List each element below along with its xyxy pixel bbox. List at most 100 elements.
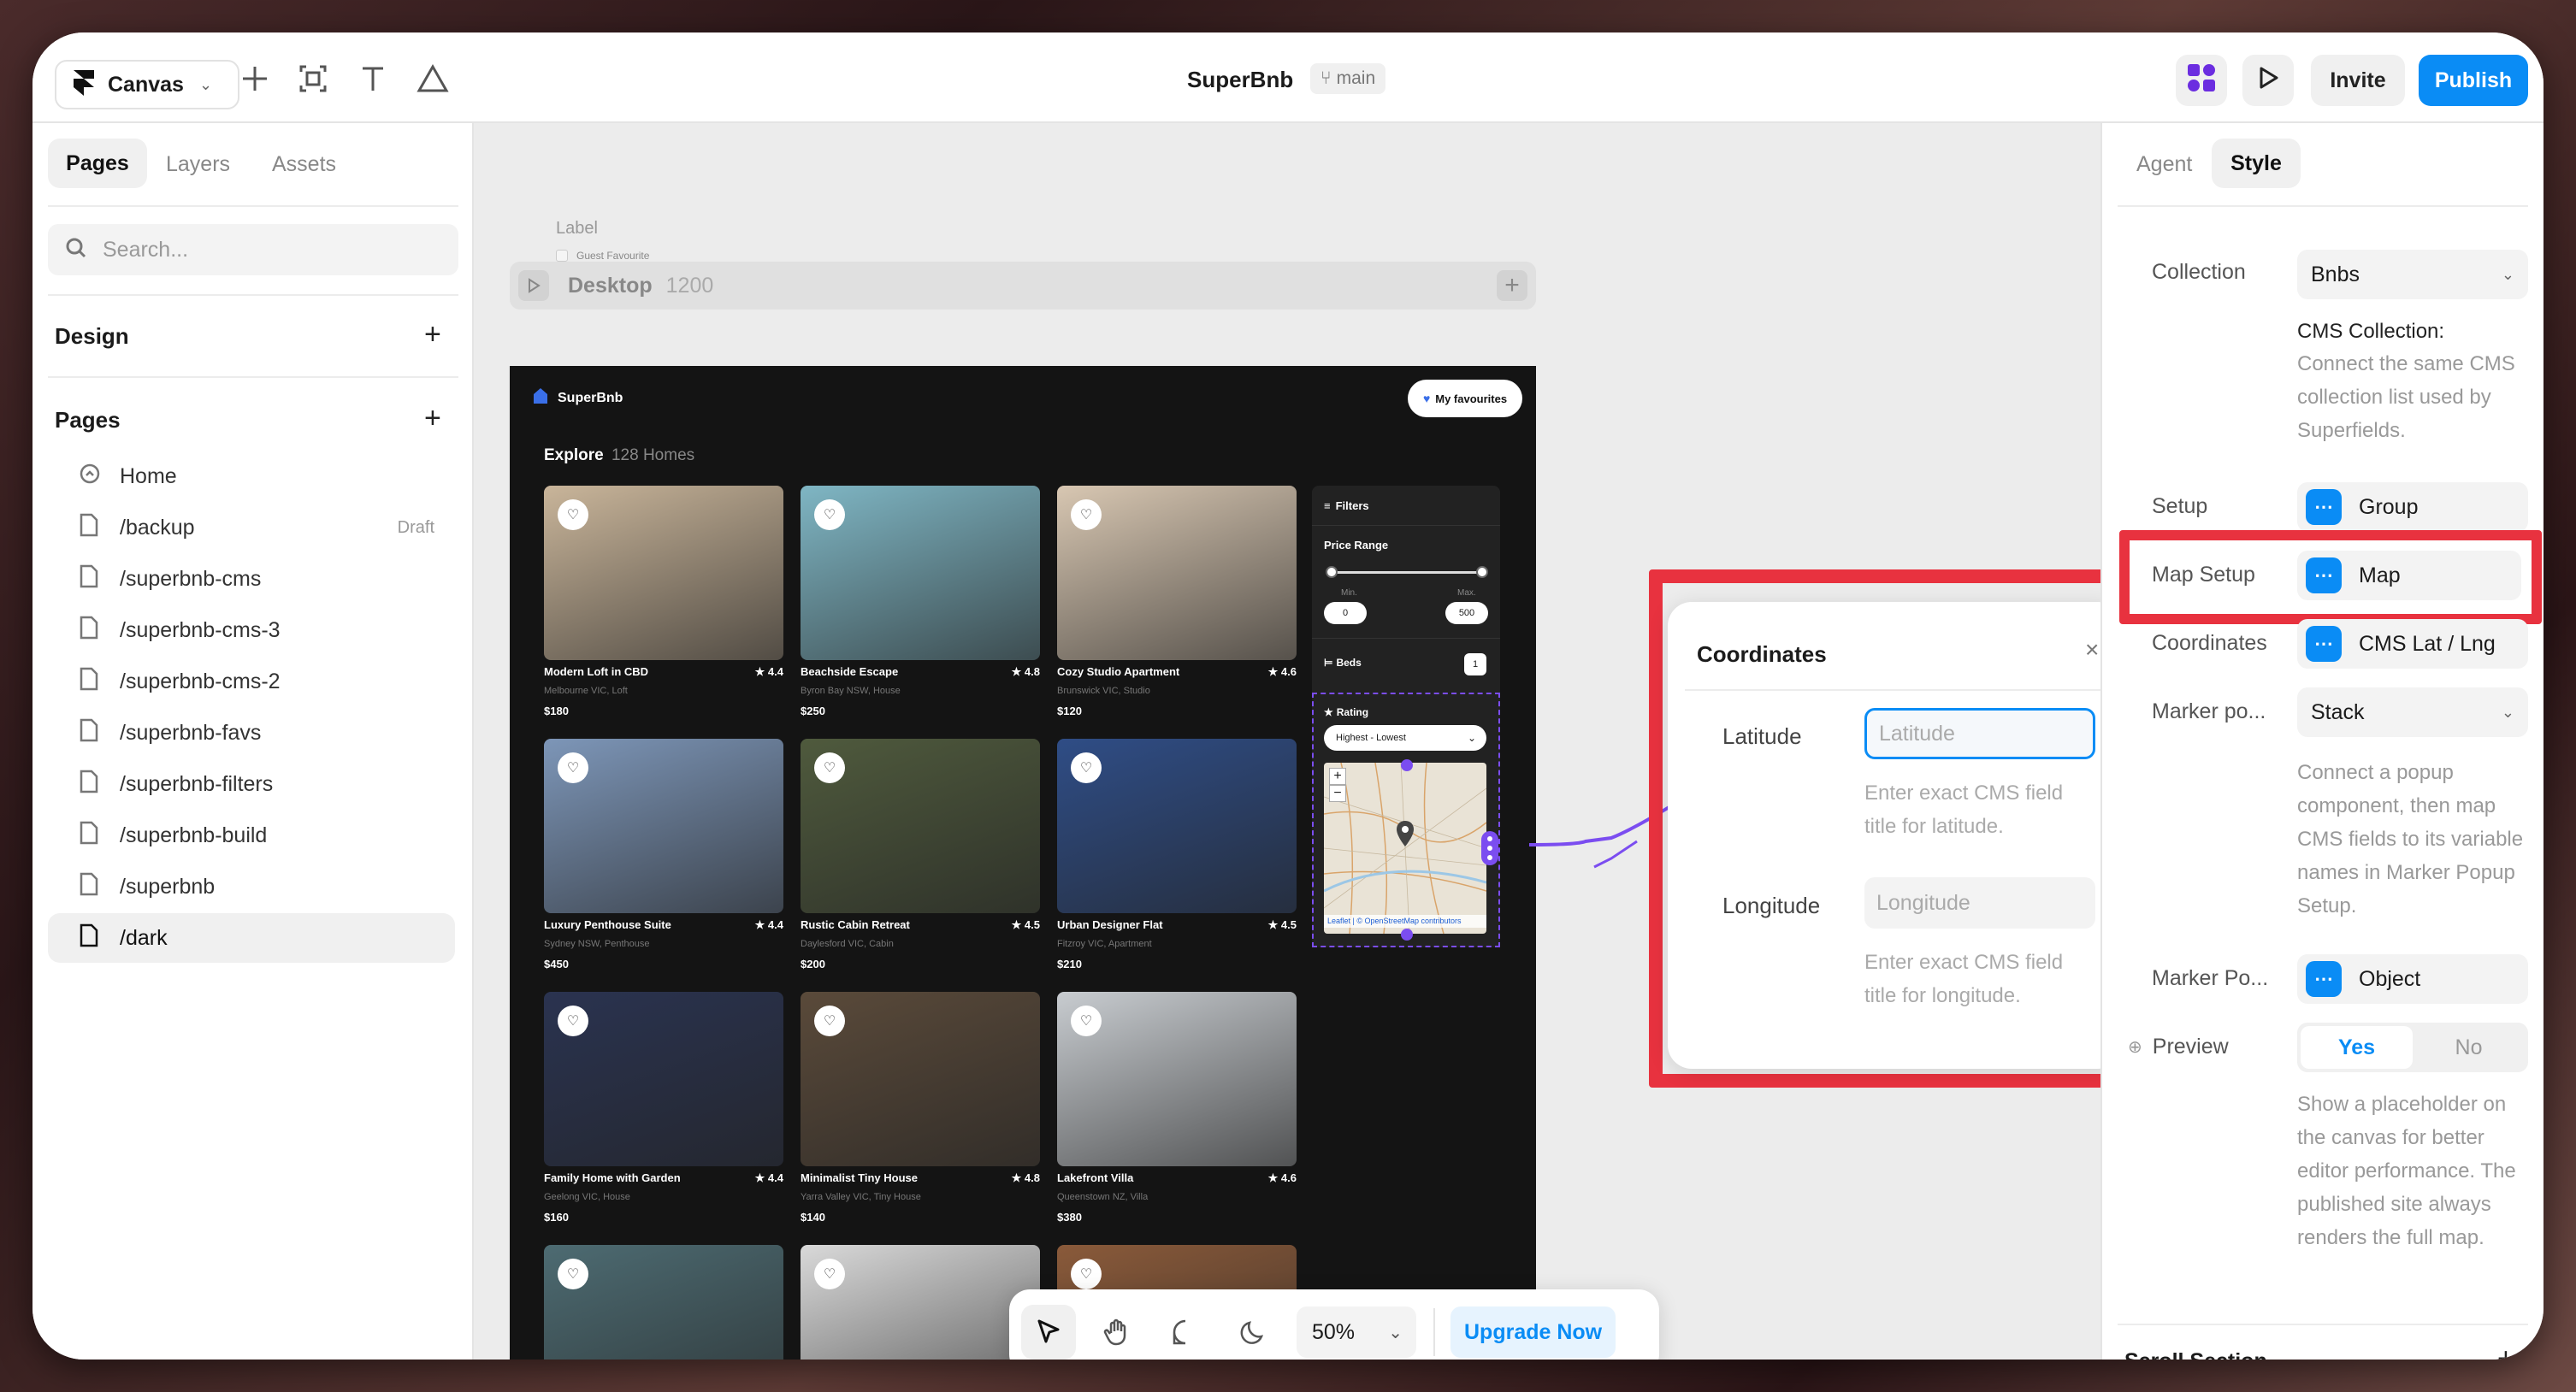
publish-button[interactable]: Publish bbox=[2419, 55, 2528, 106]
listing-image[interactable]: ♡ bbox=[544, 739, 783, 913]
setup-field[interactable]: ⋯ Group bbox=[2297, 482, 2528, 532]
favourite-heart-icon[interactable]: ♡ bbox=[814, 499, 845, 530]
page-item-home[interactable]: Home bbox=[48, 451, 455, 501]
listing-image[interactable]: ♡ bbox=[1057, 739, 1297, 913]
listing-image[interactable]: ♡ bbox=[544, 486, 783, 660]
favourite-heart-icon[interactable]: ♡ bbox=[1071, 752, 1102, 783]
favourite-heart-icon[interactable]: ♡ bbox=[814, 1006, 845, 1036]
listing-card[interactable]: ♡ Urban Designer Flat ★ 4.5 Fitzroy VIC, Ap… bbox=[1057, 739, 1297, 970]
add-scroll-section-button[interactable]: + bbox=[2497, 1342, 2514, 1360]
favourite-heart-icon[interactable]: ♡ bbox=[1071, 1259, 1102, 1289]
site-frame[interactable]: SuperBnb ♥ My favourites Explore 128 Hom… bbox=[510, 366, 1536, 1360]
preview-play-button[interactable] bbox=[2242, 55, 2294, 106]
close-icon[interactable]: × bbox=[2085, 636, 2099, 664]
map-pin-icon[interactable] bbox=[1396, 821, 1415, 851]
page-item-superbnb-filters[interactable]: /superbnb-filters bbox=[48, 759, 455, 809]
canvas-area[interactable]: Label Guest Favourite Desktop 1200 + Sup… bbox=[474, 123, 2136, 1360]
listing-card[interactable]: ♡ Luxury Penthouse Suite ★ 4.4 Sydney NSW, … bbox=[544, 739, 783, 970]
favourite-heart-icon[interactable]: ♡ bbox=[1071, 1006, 1102, 1036]
page-item-superbnb-cms[interactable]: /superbnb-cms bbox=[48, 554, 455, 604]
page-item-superbnb-favs[interactable]: /superbnb-favs bbox=[48, 708, 455, 758]
longitude-input[interactable]: Longitude bbox=[1864, 877, 2095, 929]
collection-select[interactable]: Bnbs ⌄ bbox=[2297, 250, 2528, 299]
listing-card[interactable]: ♡ Lakefront Villa ★ 4.6 Queenstown NZ, Vill… bbox=[1057, 992, 1297, 1224]
coordinates-popup[interactable]: Coordinates × Latitude Latitude Enter ex… bbox=[1668, 602, 2121, 1069]
page-item-dark[interactable]: /dark bbox=[48, 913, 455, 963]
listing-card[interactable]: ♡ Family Home with Garden ★ 4.4 Geelong VIC… bbox=[544, 992, 783, 1224]
favourite-heart-icon[interactable]: ♡ bbox=[814, 1259, 845, 1289]
map-zoom-out-button[interactable]: − bbox=[1329, 785, 1346, 802]
branch-badge[interactable]: ⑂ main bbox=[1310, 63, 1386, 94]
max-input[interactable]: 500 bbox=[1445, 602, 1488, 624]
tab-agent[interactable]: Agent bbox=[2136, 152, 2192, 177]
sort-select[interactable]: Highest - Lowest ⌄ bbox=[1324, 725, 1486, 751]
listing-image[interactable]: ♡ bbox=[544, 992, 783, 1166]
favourite-heart-icon[interactable]: ♡ bbox=[558, 499, 588, 530]
add-circle-icon[interactable]: ⊕ bbox=[2128, 1036, 2142, 1058]
tab-assets[interactable]: Assets bbox=[272, 152, 336, 177]
shape-triangle-icon[interactable] bbox=[416, 62, 450, 96]
price-range-slider[interactable] bbox=[1331, 571, 1481, 574]
map-attribution[interactable]: Leaflet | © OpenStreetMap contributors bbox=[1324, 915, 1486, 928]
canvas-menu[interactable]: Canvas ⌄ bbox=[55, 60, 239, 109]
component-label-text[interactable]: Label bbox=[556, 219, 598, 239]
dark-mode-icon[interactable] bbox=[1226, 1305, 1281, 1360]
zoom-select[interactable]: 50% ⌄ bbox=[1297, 1306, 1416, 1358]
listing-image[interactable]: ♡ bbox=[544, 1245, 783, 1360]
listing-card[interactable]: ♡ bbox=[544, 1245, 783, 1360]
tab-pages[interactable]: Pages bbox=[48, 139, 147, 188]
comment-tool-icon[interactable] bbox=[1158, 1305, 1213, 1360]
preview-no-option[interactable]: No bbox=[2413, 1026, 2525, 1069]
page-item-superbnb-cms-2[interactable]: /superbnb-cms-2 bbox=[48, 657, 455, 706]
add-breakpoint-button[interactable]: + bbox=[1497, 270, 1527, 301]
breakpoint-bar[interactable]: Desktop 1200 + bbox=[510, 262, 1536, 310]
frame-icon[interactable] bbox=[296, 62, 330, 96]
listing-card[interactable]: ♡ bbox=[801, 1245, 1040, 1360]
listing-image[interactable]: ♡ bbox=[1057, 992, 1297, 1166]
preview-toggle[interactable]: Yes No bbox=[2297, 1023, 2528, 1072]
min-input[interactable]: 0 bbox=[1324, 602, 1367, 624]
price-min-handle[interactable] bbox=[1326, 566, 1338, 578]
page-item-superbnb[interactable]: /superbnb bbox=[48, 862, 455, 911]
search-input[interactable]: Search... bbox=[48, 224, 458, 275]
resize-handle-top[interactable] bbox=[1401, 759, 1413, 771]
listing-image[interactable]: ♡ bbox=[801, 1245, 1040, 1360]
connection-handle[interactable] bbox=[1481, 831, 1498, 865]
tab-layers[interactable]: Layers bbox=[166, 152, 230, 177]
favourite-heart-icon[interactable]: ♡ bbox=[814, 752, 845, 783]
guest-favourite-checkbox[interactable] bbox=[556, 250, 568, 262]
favourite-heart-icon[interactable]: ♡ bbox=[558, 1259, 588, 1289]
page-item-superbnb-cms-3[interactable]: /superbnb-cms-3 bbox=[48, 605, 455, 655]
beds-value[interactable]: 1 bbox=[1464, 653, 1486, 675]
plus-icon[interactable] bbox=[238, 62, 272, 96]
listing-card[interactable]: ♡ Modern Loft in CBD ★ 4.4 Melbourne VIC, L… bbox=[544, 486, 783, 717]
map-zoom-in-button[interactable]: + bbox=[1329, 768, 1346, 785]
page-item-backup[interactable]: /backup Draft bbox=[48, 503, 455, 552]
favourite-heart-icon[interactable]: ♡ bbox=[558, 1006, 588, 1036]
favourite-heart-icon[interactable]: ♡ bbox=[1071, 499, 1102, 530]
add-page-button[interactable]: + bbox=[424, 402, 441, 435]
pointer-tool-icon[interactable] bbox=[1021, 1305, 1076, 1360]
listing-image[interactable]: ♡ bbox=[801, 992, 1040, 1166]
latitude-input[interactable]: Latitude bbox=[1864, 708, 2095, 759]
listing-card[interactable]: ♡ Minimalist Tiny House ★ 4.8 Yarra Valley … bbox=[801, 992, 1040, 1224]
listing-card[interactable]: ♡ Beachside Escape ★ 4.8 Byron Bay NSW, Hou… bbox=[801, 486, 1040, 717]
favourite-heart-icon[interactable]: ♡ bbox=[558, 752, 588, 783]
site-logo[interactable]: SuperBnb bbox=[532, 386, 623, 410]
marker-position-select[interactable]: Stack ⌄ bbox=[2297, 687, 2528, 737]
project-title[interactable]: SuperBnb bbox=[1187, 67, 1293, 93]
listing-card[interactable]: ♡ Rustic Cabin Retreat ★ 4.5 Daylesford VIC… bbox=[801, 739, 1040, 970]
text-icon[interactable] bbox=[356, 62, 390, 96]
add-design-button[interactable]: + bbox=[424, 318, 441, 351]
my-favourites-button[interactable]: ♥ My favourites bbox=[1408, 380, 1522, 417]
resize-handle-bottom[interactable] bbox=[1401, 929, 1413, 941]
map-setup-field[interactable]: ⋯ Map bbox=[2297, 551, 2521, 600]
listing-card[interactable]: ♡ Cozy Studio Apartment ★ 4.6 Brunswick VIC… bbox=[1057, 486, 1297, 717]
invite-button[interactable]: Invite bbox=[2311, 55, 2405, 106]
page-item-superbnb-build[interactable]: /superbnb-build bbox=[48, 811, 455, 860]
upgrade-now-button[interactable]: Upgrade Now bbox=[1450, 1306, 1616, 1358]
marker-popup-field[interactable]: ⋯ Object bbox=[2297, 954, 2528, 1004]
listing-image[interactable]: ♡ bbox=[801, 486, 1040, 660]
plugin-button[interactable] bbox=[2176, 55, 2227, 106]
listing-image[interactable]: ♡ bbox=[801, 739, 1040, 913]
